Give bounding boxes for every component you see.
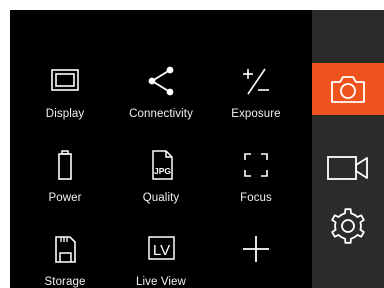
tile-label: Display: [45, 108, 85, 120]
tile-focus[interactable]: Focus: [206, 134, 306, 218]
add-tile-button[interactable]: [206, 218, 306, 288]
settings-grid: Display Connectivity Exposure Power JPG: [10, 10, 312, 288]
tile-display[interactable]: Display: [15, 50, 115, 134]
focus-frame-icon: [238, 147, 274, 183]
video-camera-icon: [325, 153, 371, 183]
tile-exposure[interactable]: Exposure: [206, 50, 306, 134]
plus-icon: [238, 231, 274, 267]
exposure-icon: [238, 63, 274, 99]
sd-card-icon: [47, 231, 83, 267]
settings-button[interactable]: [312, 200, 384, 252]
photo-mode-button[interactable]: [312, 63, 384, 115]
tile-label: Exposure: [231, 108, 281, 120]
tile-label: Focus: [240, 192, 272, 204]
battery-icon: [47, 147, 83, 183]
video-mode-button[interactable]: [312, 142, 384, 194]
display-icon: [47, 63, 83, 99]
share-icon: [143, 63, 179, 99]
tile-label: Quality: [142, 192, 180, 204]
tile-power[interactable]: Power: [15, 134, 115, 218]
tile-label: Live View: [136, 276, 186, 288]
jpg-file-icon: JPG: [143, 147, 179, 183]
tile-connectivity[interactable]: Connectivity: [111, 50, 211, 134]
tile-quality[interactable]: JPG Quality: [111, 134, 211, 218]
tile-live-view[interactable]: LV Live View: [111, 218, 211, 288]
gear-icon: [326, 204, 370, 248]
camera-icon: [326, 72, 370, 106]
camera-settings-screen: Display Connectivity Exposure Power JPG: [10, 10, 384, 288]
tile-storage[interactable]: Storage: [15, 218, 115, 288]
lv-badge: LV: [153, 242, 170, 259]
tile-label: Connectivity: [129, 108, 193, 120]
live-view-icon: LV: [143, 231, 179, 267]
tile-label: Storage: [44, 276, 86, 288]
jpg-badge: JPG: [154, 166, 171, 176]
mode-sidebar: [312, 10, 384, 288]
tile-label: Power: [48, 192, 82, 204]
